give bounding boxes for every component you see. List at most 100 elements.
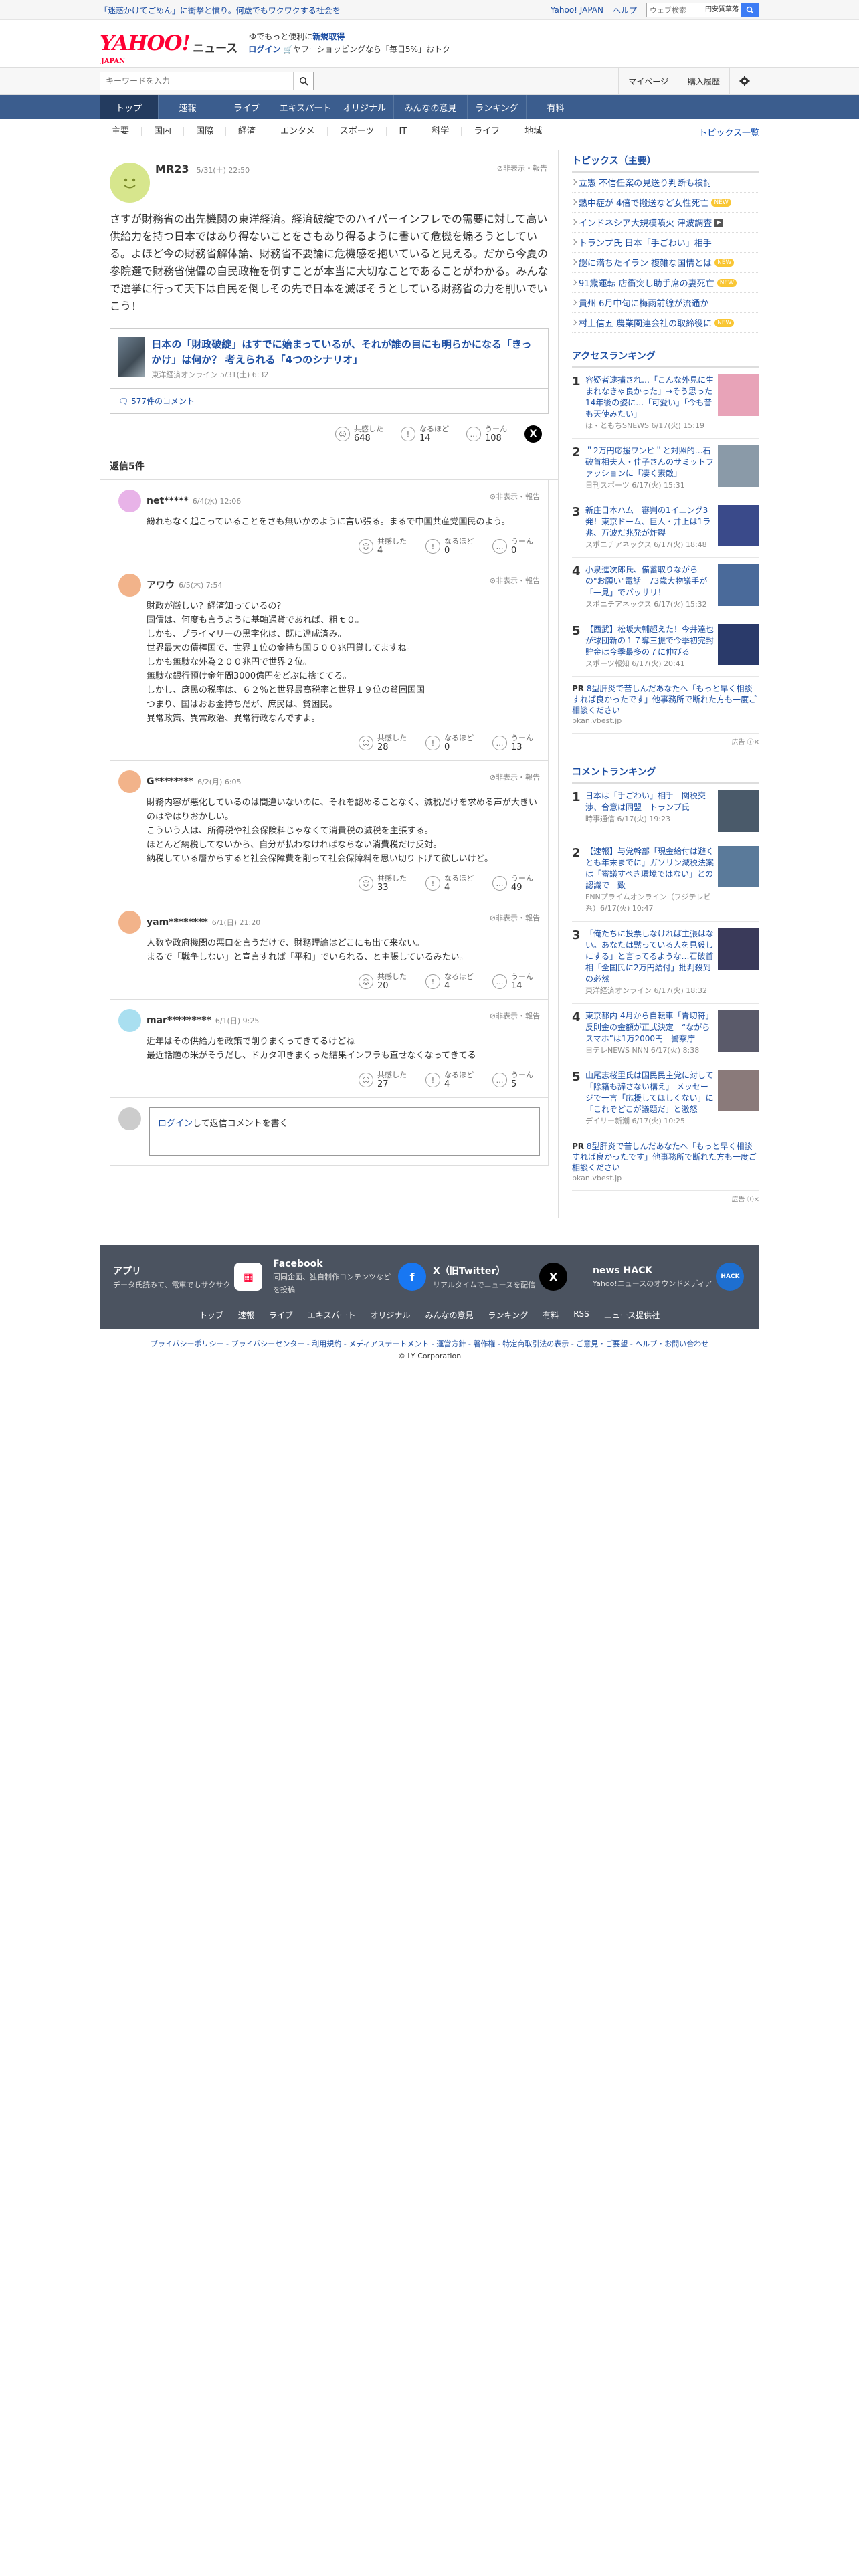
- think-button[interactable]: ! なるほど 4: [425, 972, 474, 991]
- ranking-item[interactable]: 1 容疑者逮捕され…「こんな外見に生まれなきゃ良かった」→そう思った14年後の姿に…: [572, 368, 759, 439]
- snav-sports[interactable]: スポーツ: [328, 127, 387, 136]
- help-link[interactable]: ヘルプ: [613, 5, 637, 16]
- topic-item[interactable]: 熱中症が 4倍で搬送など女性死亡 NEW: [572, 193, 759, 213]
- topics-list-link[interactable]: トピックス一覧: [698, 126, 759, 138]
- reply-author[interactable]: net*****: [147, 496, 189, 506]
- yahoo-japan-link[interactable]: Yahoo! JAPAN: [551, 5, 603, 15]
- reply-author[interactable]: アワウ: [147, 578, 175, 592]
- ad-label[interactable]: 広告 ⓘ✕: [572, 1191, 759, 1206]
- agree-button[interactable]: ☺ 共感した 4: [359, 537, 407, 556]
- gnav-breaking[interactable]: 速報: [159, 95, 217, 119]
- hmm-button[interactable]: … うーん 108: [466, 425, 507, 443]
- comment-author[interactable]: MR23: [155, 163, 189, 175]
- ranking-item[interactable]: 2 【速報】与党幹部「現金給付は避くとも年末までに」ガソリン減税法案は「審議すべき…: [572, 839, 759, 922]
- topic-item[interactable]: 貴州 6月中旬に梅雨前線が流通か: [572, 293, 759, 313]
- legal-links[interactable]: プライバシーポリシー - プライバシーセンター - 利用規約 - メディアステー…: [0, 1338, 859, 1349]
- footer-newshack[interactable]: news HACK Yahoo!ニュースのオウンドメディア HACK: [593, 1259, 746, 1295]
- footer-link[interactable]: オリジナル: [371, 1309, 411, 1321]
- signup-link[interactable]: 新規取得: [312, 32, 345, 41]
- footer-app[interactable]: アプリ データ氏読みて、電車でもサクサク ▦: [113, 1259, 266, 1295]
- snav-life[interactable]: ライフ: [462, 127, 513, 136]
- footer-link[interactable]: 有料: [543, 1309, 559, 1321]
- ranking-item[interactable]: 2 ＂2万円応援ワンピ＂と対照的…石破首相夫人・佳子さんのサミットファッションに「…: [572, 439, 759, 498]
- hide-report-link[interactable]: ⊘非表示・報告: [490, 491, 540, 502]
- gnav-live[interactable]: ライブ: [217, 95, 276, 119]
- mypage-button[interactable]: マイページ: [618, 68, 678, 94]
- footer-facebook[interactable]: Facebook 同同企画、独自制作コンテンツなどを投稿 f: [273, 1259, 426, 1295]
- search-suggest-chip[interactable]: 円安質草落: [702, 3, 741, 17]
- topic-item[interactable]: インドネシア大規模噴火 津波調査 ▶: [572, 213, 759, 233]
- ad-label[interactable]: 広告 ⓘ✕: [572, 734, 759, 749]
- ranking-item[interactable]: 5 山尾志桜里氏は国民民主党に対して「除籍も辞さない構え」 メッセージで一言「応援…: [572, 1063, 759, 1134]
- agree-button[interactable]: ☺ 共感した 28: [359, 734, 407, 752]
- think-button[interactable]: ! なるほど 4: [425, 874, 474, 893]
- hide-report-link[interactable]: ⊘非表示・報告: [490, 912, 540, 923]
- agree-button[interactable]: ☺ 共感した 20: [359, 972, 407, 991]
- web-search-input[interactable]: [647, 3, 702, 17]
- footer-link[interactable]: エキスパート: [308, 1309, 356, 1321]
- pr-ad[interactable]: PR 8型肝炎で苦しんだあなたへ「もっと早く相談すれば良かったです」他事務所で断…: [572, 1134, 759, 1191]
- footer-link[interactable]: RSS: [573, 1309, 589, 1321]
- think-button[interactable]: ! なるほど 0: [425, 734, 474, 752]
- snav-main[interactable]: 主要: [100, 127, 142, 136]
- hmm-button[interactable]: … うーん 0: [492, 537, 533, 556]
- gnav-ranking[interactable]: ランキング: [468, 95, 527, 119]
- snav-it[interactable]: IT: [387, 127, 420, 136]
- topic-item[interactable]: 立憲 不信任案の見送り判断も検討: [572, 173, 759, 193]
- footer-x[interactable]: X（旧Twitter） リアルタイムでニュースを配信 X: [433, 1259, 586, 1295]
- comment-count-link[interactable]: 🗨 577件のコメント: [110, 389, 549, 414]
- ranking-item[interactable]: 3 新庄日本ハム 審判の1イニング3発！東京ドーム、巨人・井上は1ラ兆、万波だ兆発…: [572, 498, 759, 558]
- think-button[interactable]: ! なるほど 0: [425, 537, 474, 556]
- snav-world[interactable]: 国際: [184, 127, 227, 136]
- hmm-button[interactable]: … うーん 49: [492, 874, 533, 893]
- reply-input[interactable]: ログインして返信コメントを書く: [149, 1107, 540, 1156]
- snav-local[interactable]: 地域: [512, 127, 554, 136]
- reply-author[interactable]: G********: [147, 776, 193, 787]
- shopping-promo[interactable]: ヤフーショッピングなら「毎日5%」おトク: [293, 45, 450, 54]
- topic-item[interactable]: 謎に満ちたイラン 複雑な国情とは NEW: [572, 253, 759, 273]
- article-card[interactable]: 日本の「財政破綻」はすでに始まっているが、それが誰の目にも明らかになる「きっかけ…: [110, 328, 549, 389]
- footer-link[interactable]: 速報: [238, 1309, 254, 1321]
- hide-report-link[interactable]: ⊘非表示・報告: [490, 575, 540, 586]
- think-button[interactable]: ! なるほど 14: [401, 425, 449, 443]
- gnav-top[interactable]: トップ: [100, 95, 159, 119]
- topic-item[interactable]: 村上信五 農業関連会社の取締役に NEW: [572, 313, 759, 333]
- snav-domestic[interactable]: 国内: [142, 127, 185, 136]
- x-share-icon[interactable]: X: [524, 425, 542, 443]
- agree-button[interactable]: ☺ 共感した 648: [335, 425, 383, 443]
- ranking-item[interactable]: 1 日本は「手ごわい」相手 関税交渉、合意は同盟 トランプ氏 時事通信 6/17(火…: [572, 784, 759, 839]
- pr-ad[interactable]: PR 8型肝炎で苦しんだあなたへ「もっと早く相談すれば良かったです」他事務所で断…: [572, 677, 759, 734]
- login-link[interactable]: ログイン: [248, 45, 280, 54]
- ranking-item[interactable]: 4 東京都内 4月から自転車「青切符」反則金の金額が正式決定 “ながらスマホ”は1…: [572, 1004, 759, 1063]
- hide-report-link[interactable]: ⊘非表示・報告: [490, 1010, 540, 1021]
- hmm-button[interactable]: … うーん 5: [492, 1071, 533, 1089]
- news-search-button[interactable]: [293, 72, 313, 90]
- gnav-expert[interactable]: エキスパート: [276, 95, 335, 119]
- news-search-input[interactable]: [100, 72, 293, 90]
- hide-report-link[interactable]: ⊘非表示・報告: [497, 163, 547, 173]
- gnav-paid[interactable]: 有料: [527, 95, 585, 119]
- think-button[interactable]: ! なるほど 4: [425, 1071, 474, 1089]
- footer-link[interactable]: ライブ: [269, 1309, 293, 1321]
- ranking-item[interactable]: 5 【西武】松坂大輔超えた！今井達也が球団新の１７奪三振で今季初完封 貯金は今季最…: [572, 617, 759, 677]
- snav-science[interactable]: 科学: [419, 127, 462, 136]
- footer-link[interactable]: ニュース提供社: [604, 1309, 660, 1321]
- hide-report-link[interactable]: ⊘非表示・報告: [490, 772, 540, 782]
- web-search-button[interactable]: [741, 3, 759, 17]
- reply-author[interactable]: mar*********: [147, 1015, 211, 1026]
- agree-button[interactable]: ☺ 共感した 33: [359, 874, 407, 893]
- article-title[interactable]: 日本の「財政破綻」はすでに始まっているが、それが誰の目にも明らかになる「きっかけ…: [151, 337, 540, 368]
- reply-author[interactable]: yam********: [147, 917, 208, 928]
- gnav-original[interactable]: オリジナル: [335, 95, 394, 119]
- purchase-history-button[interactable]: 購入履歴: [677, 68, 729, 94]
- hmm-button[interactable]: … うーん 13: [492, 734, 533, 752]
- login-link[interactable]: ログイン: [158, 1119, 193, 1129]
- ranking-item[interactable]: 4 小泉進次郎氏、備蓄取りながらの"お願い"電話 73歳大物議手が「一見」でバッサ…: [572, 558, 759, 617]
- promo-link[interactable]: 「迷惑かけてごめん」に衝撃と憤り。何歳でもワクワクする社会を: [100, 5, 341, 16]
- yahoo-news-logo[interactable]: YAHOO! ニュース JAPAN: [100, 31, 237, 65]
- footer-link[interactable]: トップ: [199, 1309, 223, 1321]
- topic-item[interactable]: トランプ氏 日本「手ごわい」相手: [572, 233, 759, 253]
- gnav-opinion[interactable]: みんなの意見: [394, 95, 468, 119]
- agree-button[interactable]: ☺ 共感した 27: [359, 1071, 407, 1089]
- ranking-item[interactable]: 3 「俺たちに投票しなければ主張はない。あなたは黙っている人を見殺しにする」と言っ…: [572, 922, 759, 1004]
